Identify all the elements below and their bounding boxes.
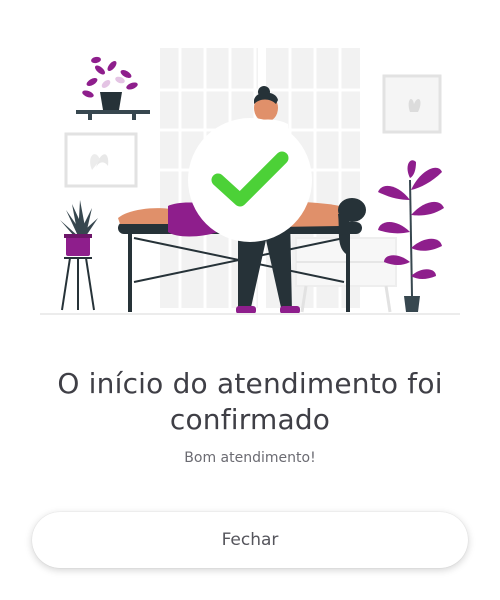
shelf-plant	[76, 56, 150, 120]
confirmation-screen: O início do atendimento foi confirmado B…	[0, 0, 500, 600]
wall-frame-left	[64, 132, 138, 188]
dialog-subtitle: Bom atendimento!	[184, 450, 316, 466]
potted-plant-left	[60, 200, 98, 311]
close-button[interactable]: Fechar	[32, 512, 468, 568]
dialog-title: O início do atendimento foi confirmado	[57, 367, 443, 436]
massage-illustration	[40, 48, 460, 315]
wall-frame-right	[382, 74, 442, 134]
confirmation-badge	[188, 118, 312, 242]
